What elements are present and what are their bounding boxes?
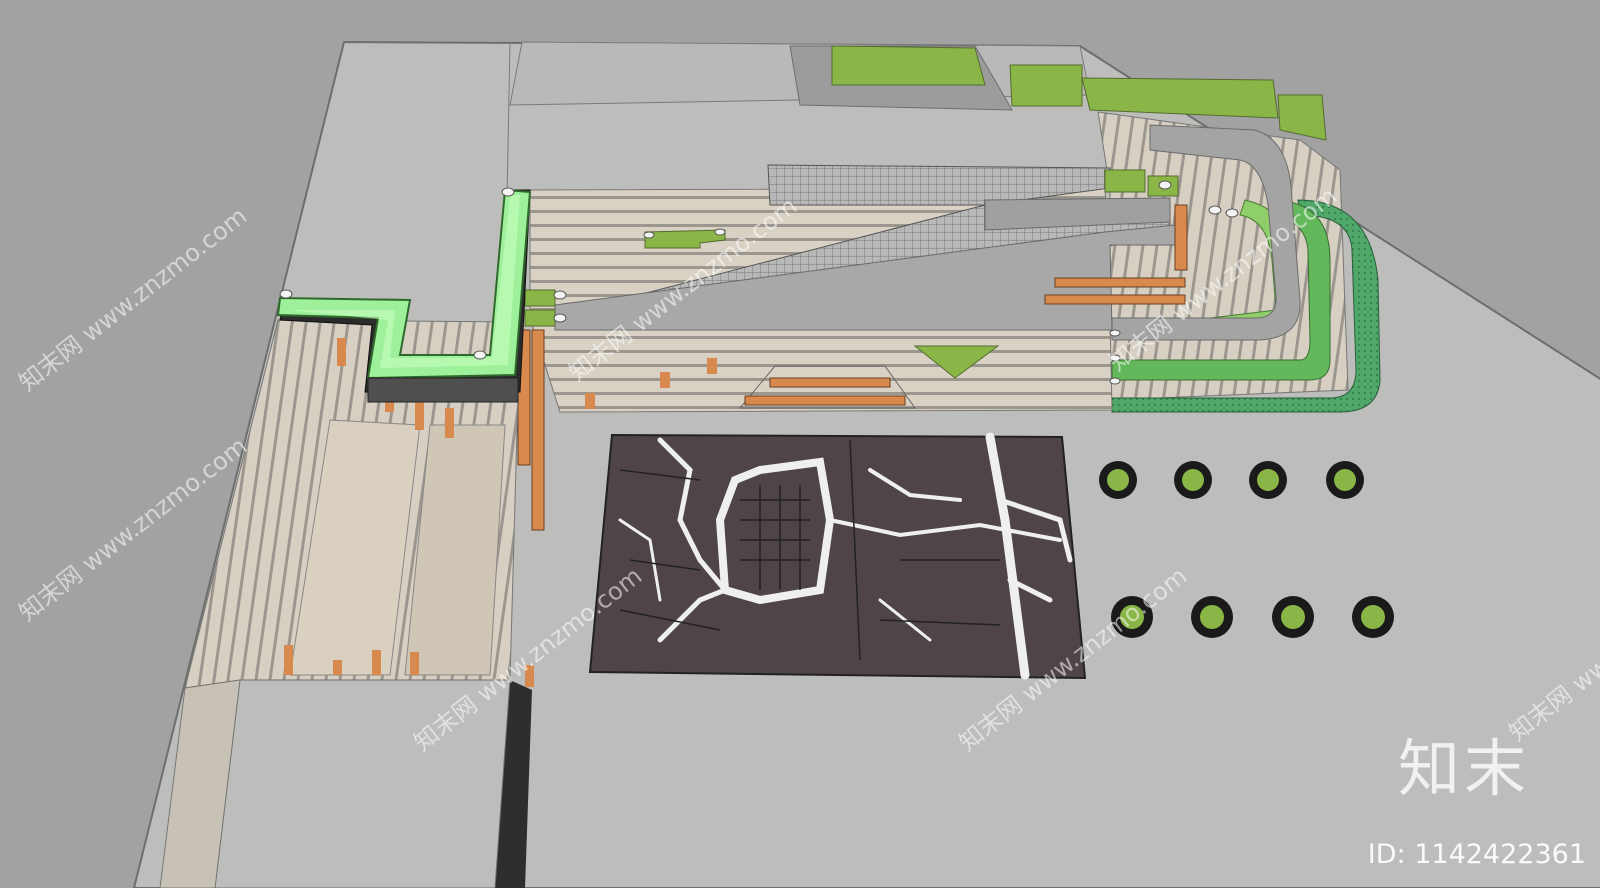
bench-small [410,652,419,675]
bench-small [284,645,293,675]
lawn-terrace-4 [1277,94,1327,141]
bench-small [660,372,670,388]
watermark-brand: 知末 [1397,732,1530,805]
lawn-patch-c [524,289,556,307]
bench [1054,277,1186,288]
lawn-patch-d [524,309,556,327]
bench-small [445,408,454,438]
lawn-terrace-2 [1009,64,1083,107]
bench-small [707,358,717,374]
bench-small [585,393,595,409]
lawn-terrace-1 [831,45,986,86]
bench-small [415,400,424,430]
bench-vertical [531,329,545,531]
bench [769,377,891,388]
watermark-id: ID: 1142422361 [1367,839,1586,870]
planter-wall-base [367,377,519,403]
lawn-patch-a [1104,169,1146,193]
bench-small [333,660,342,675]
bench-small [372,650,381,675]
bench [744,395,906,406]
bench-small [337,338,346,366]
bench-vertical [1174,204,1188,271]
